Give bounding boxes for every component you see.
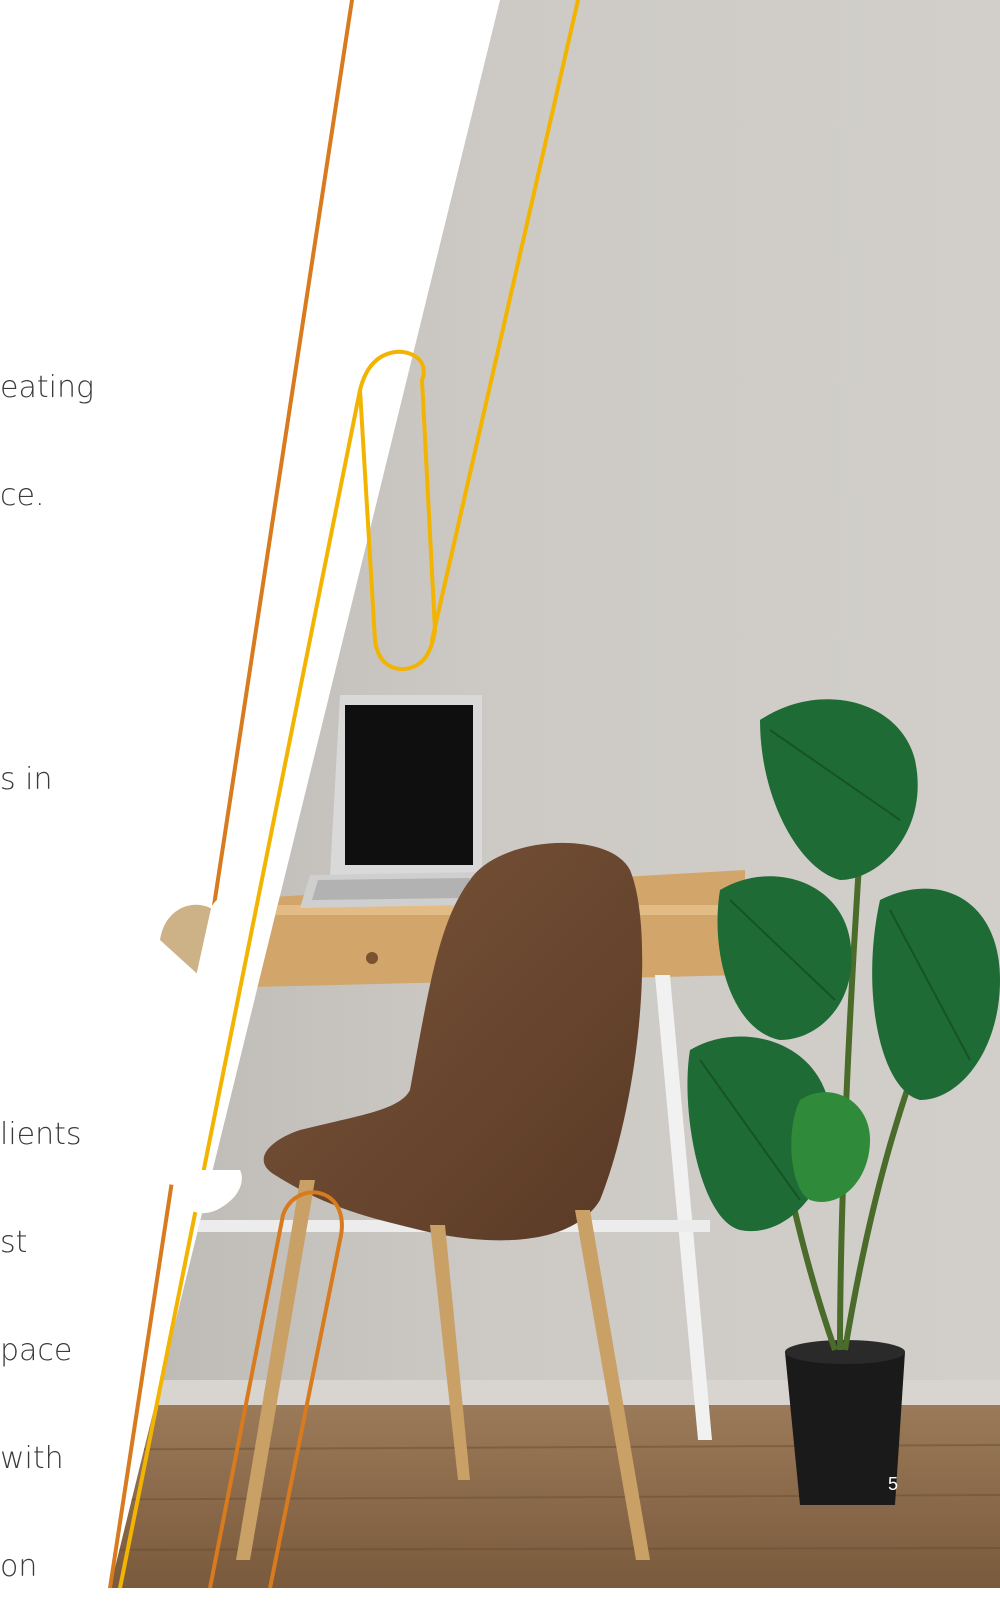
text-line: lients [0,1117,82,1152]
slide-background [108,0,1000,1588]
text-block-2: s in [0,690,53,834]
text-line: on [0,1549,38,1584]
text-line: with [0,1441,64,1476]
text-block-1: eating ce. [0,298,94,550]
text-line: ce. [0,478,45,513]
text-line: st [0,1225,28,1260]
text-line: eating [0,370,94,405]
text-line: s in [0,762,53,797]
text-block-3: lients st pace with on [0,1045,82,1621]
page-number: 5 [888,1474,899,1494]
office-photo [110,0,1000,1588]
text-line: pace [0,1333,73,1368]
